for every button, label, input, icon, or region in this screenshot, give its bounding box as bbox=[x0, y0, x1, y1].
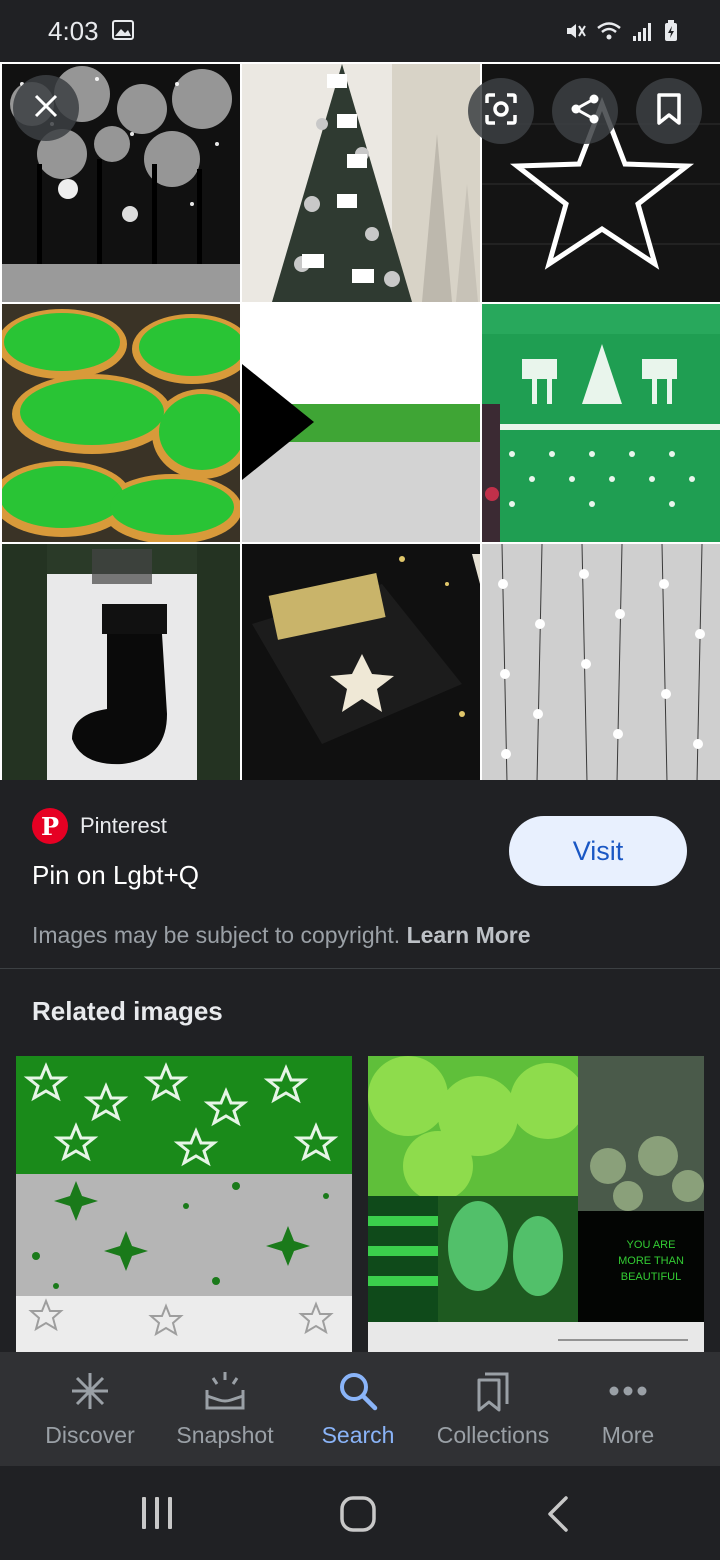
collage-string-lights-image bbox=[482, 544, 720, 782]
related-image-1[interactable] bbox=[16, 1056, 352, 1352]
home-button[interactable] bbox=[340, 1496, 376, 1537]
page-title[interactable]: Pin on Lgbt+Q bbox=[32, 860, 199, 891]
visit-button[interactable]: Visit bbox=[509, 816, 687, 886]
nav-more-label: More bbox=[601, 1422, 655, 1448]
nav-collections[interactable]: Collections bbox=[423, 1370, 563, 1449]
snapshot-icon bbox=[203, 1370, 247, 1417]
learn-more-link[interactable]: Learn More bbox=[407, 922, 531, 948]
wifi-icon bbox=[596, 20, 622, 47]
system-navigation-bar bbox=[0, 1466, 720, 1560]
nav-snapshot[interactable]: Snapshot bbox=[155, 1370, 295, 1449]
nav-snapshot-label: Snapshot bbox=[176, 1422, 274, 1448]
source-row[interactable]: P Pinterest bbox=[32, 808, 167, 844]
collections-icon bbox=[475, 1370, 511, 1417]
more-dots-icon bbox=[608, 1384, 648, 1402]
close-button[interactable] bbox=[13, 75, 79, 141]
lens-button[interactable] bbox=[468, 78, 534, 144]
nav-search[interactable]: Search bbox=[288, 1370, 428, 1449]
recent-apps-button[interactable] bbox=[140, 1496, 174, 1535]
bottom-navigation: Discover Snapshot Search Collections Mor… bbox=[0, 1352, 720, 1466]
collage-christmas-tree-image bbox=[242, 64, 480, 302]
collage-black-stocking-image bbox=[2, 544, 240, 782]
nav-discover[interactable]: Discover bbox=[20, 1370, 160, 1449]
collage-green-sweater-image bbox=[482, 304, 720, 542]
battery-icon bbox=[664, 20, 678, 47]
nav-search-label: Search bbox=[321, 1422, 395, 1448]
related-image-2[interactable]: YOU ARE MORE THAN BEAUTIFUL bbox=[368, 1056, 704, 1352]
nav-more[interactable]: More bbox=[558, 1370, 698, 1449]
share-button[interactable] bbox=[552, 78, 618, 144]
asterisk-icon bbox=[70, 1371, 110, 1416]
collage-demiromantic-flag-image bbox=[242, 304, 480, 542]
related-2-text-line-3: BEAUTIFUL bbox=[621, 1271, 682, 1283]
gallery-notification-icon bbox=[112, 20, 134, 45]
signal-icon bbox=[632, 20, 654, 47]
related-images-heading: Related images bbox=[32, 996, 223, 1026]
collage-gift-box-image bbox=[242, 544, 480, 782]
status-bar: 4:03 bbox=[0, 0, 720, 62]
share-icon bbox=[568, 92, 602, 131]
nav-collections-label: Collections bbox=[436, 1422, 550, 1448]
close-icon bbox=[33, 93, 59, 124]
nav-discover-label: Discover bbox=[45, 1422, 135, 1448]
save-button[interactable] bbox=[636, 78, 702, 144]
back-button[interactable] bbox=[546, 1496, 570, 1537]
copyright-text: Images may be subject to copyright. bbox=[32, 922, 401, 948]
search-icon bbox=[338, 1371, 378, 1416]
copyright-notice: Images may be subject to copyright. Lear… bbox=[32, 922, 531, 949]
lens-icon bbox=[483, 91, 519, 132]
status-time: 4:03 bbox=[48, 16, 99, 46]
mute-icon bbox=[564, 20, 586, 47]
source-name: Pinterest bbox=[80, 813, 167, 838]
hero-image[interactable] bbox=[0, 62, 720, 782]
divider bbox=[0, 968, 720, 969]
related-2-text-line-2: MORE THAN bbox=[618, 1255, 684, 1267]
image-info-panel: P Pinterest Pin on Lgbt+Q Visit Images m… bbox=[0, 780, 720, 968]
bookmark-icon bbox=[655, 92, 683, 130]
related-2-text-line-1: YOU ARE bbox=[627, 1239, 676, 1251]
pinterest-logo-icon: P bbox=[32, 808, 68, 844]
collage-green-cookies-image bbox=[2, 304, 240, 542]
